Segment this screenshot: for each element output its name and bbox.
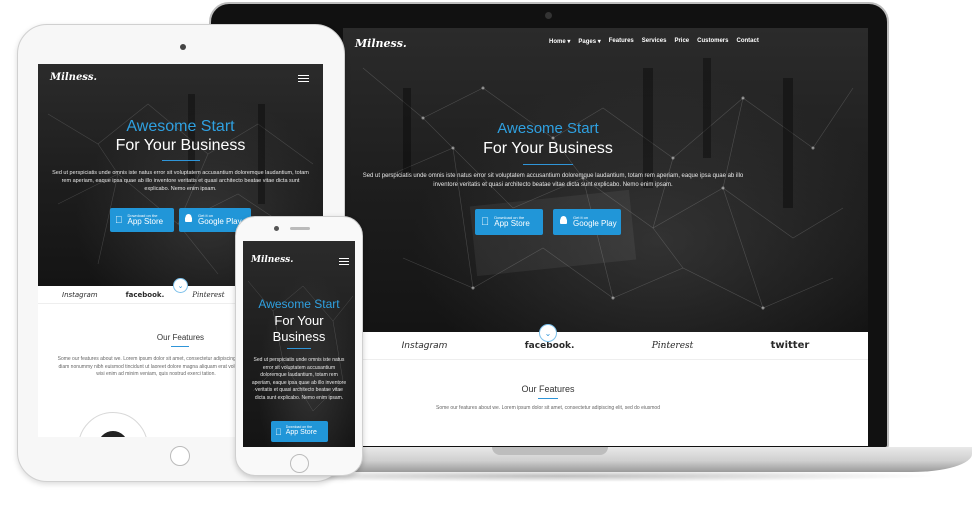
hero-description: Sed ut perspiciatis unde omnis iste natu… [362, 173, 744, 188]
app-store-button[interactable]:  Download on theApp Store [475, 209, 543, 235]
brand-pinterest: Pinterest [651, 340, 694, 351]
features-title: Our Features [521, 384, 575, 394]
scroll-down-button[interactable]: ⌄ [173, 278, 188, 293]
desktop-nav: Home ▾ Pages ▾ Features Services Price C… [549, 38, 759, 45]
tablet-camera [180, 44, 186, 50]
brand-instagram: Instagram [62, 290, 98, 299]
nav-item-services[interactable]: Services [642, 38, 667, 45]
phone-home-button[interactable] [290, 454, 309, 473]
hero-title-main: For Your Business [115, 137, 246, 154]
apple-icon:  [481, 216, 489, 228]
android-icon [184, 211, 193, 229]
features-underline [538, 398, 558, 399]
logo[interactable]: Milness. [50, 72, 97, 83]
hero-title-accent: Awesome Start [126, 118, 235, 135]
chevron-down-icon: ⌄ [177, 282, 184, 290]
hero-underline [162, 160, 200, 161]
nav-item-features[interactable]: Features [609, 38, 634, 45]
brand-facebook: facebook. [524, 340, 575, 351]
desktop-hero: Milness. Home ▾ Pages ▾ Features Service… [343, 28, 868, 332]
nav-item-price[interactable]: Price [674, 38, 689, 45]
apple-icon:  [115, 215, 123, 226]
phone-speaker [290, 227, 310, 230]
tablet-home-button[interactable] [170, 446, 190, 466]
hero-title-accent: Awesome Start [497, 120, 599, 137]
features-underline [171, 346, 189, 347]
hero-description: Sed ut perspiciatis unde omnis iste natu… [52, 170, 309, 192]
hero-underline [523, 164, 573, 165]
brand-twitter: twitter [770, 340, 810, 351]
apple-icon:  [275, 427, 282, 437]
google-play-button[interactable]: Get it on Google Play [553, 209, 621, 235]
hero-title-accent: Awesome Start [258, 297, 340, 311]
phone-screen: Milness. Awesome Start For Your Business… [243, 241, 355, 447]
app-store-button[interactable]:  Download on theApp Store [110, 208, 174, 232]
android-icon [559, 213, 568, 231]
scroll-down-button[interactable]: ⌄ [539, 324, 557, 342]
hero-title-main-line1: For Your [274, 313, 324, 328]
hero-title-main-line2: Business [272, 329, 326, 344]
desktop-screen: Milness. Home ▾ Pages ▾ Features Service… [343, 28, 868, 446]
phone-hero: Milness. Awesome Start For Your Business… [243, 241, 355, 447]
hero-underline [287, 348, 311, 349]
logo[interactable]: Milness. [355, 37, 407, 50]
logo[interactable]: Milness. [251, 255, 293, 265]
features-text: Some our features about we. Lorem ipsum … [435, 405, 660, 411]
brand-instagram: Instagram [401, 340, 448, 351]
laptop-camera [545, 12, 552, 19]
brand-facebook: facebook. [125, 290, 165, 299]
nav-item-home[interactable]: Home ▾ [549, 38, 570, 45]
network-background [247, 280, 354, 412]
hero-title-main: For Your Business [483, 140, 613, 157]
nav-item-contact[interactable]: Contact [736, 38, 758, 45]
hamburger-menu-icon[interactable] [339, 258, 349, 265]
nav-item-customers[interactable]: Customers [697, 38, 728, 45]
phone-camera [274, 226, 279, 231]
laptop-notch [492, 447, 608, 455]
nav-item-pages[interactable]: Pages ▾ [578, 38, 600, 45]
hamburger-menu-icon[interactable] [298, 75, 309, 82]
hero-description: Sed ut perspiciatis unde omnis iste natu… [251, 357, 347, 401]
features-text: Some our features about we. Lorem ipsum … [57, 356, 255, 377]
chevron-down-icon: ⌄ [544, 328, 552, 338]
app-store-button[interactable]:  Download on theApp Store [271, 421, 328, 442]
brands-bar: Instagram facebook. Pinterest twitter [343, 332, 868, 360]
brand-pinterest: Pinterest [192, 290, 225, 299]
